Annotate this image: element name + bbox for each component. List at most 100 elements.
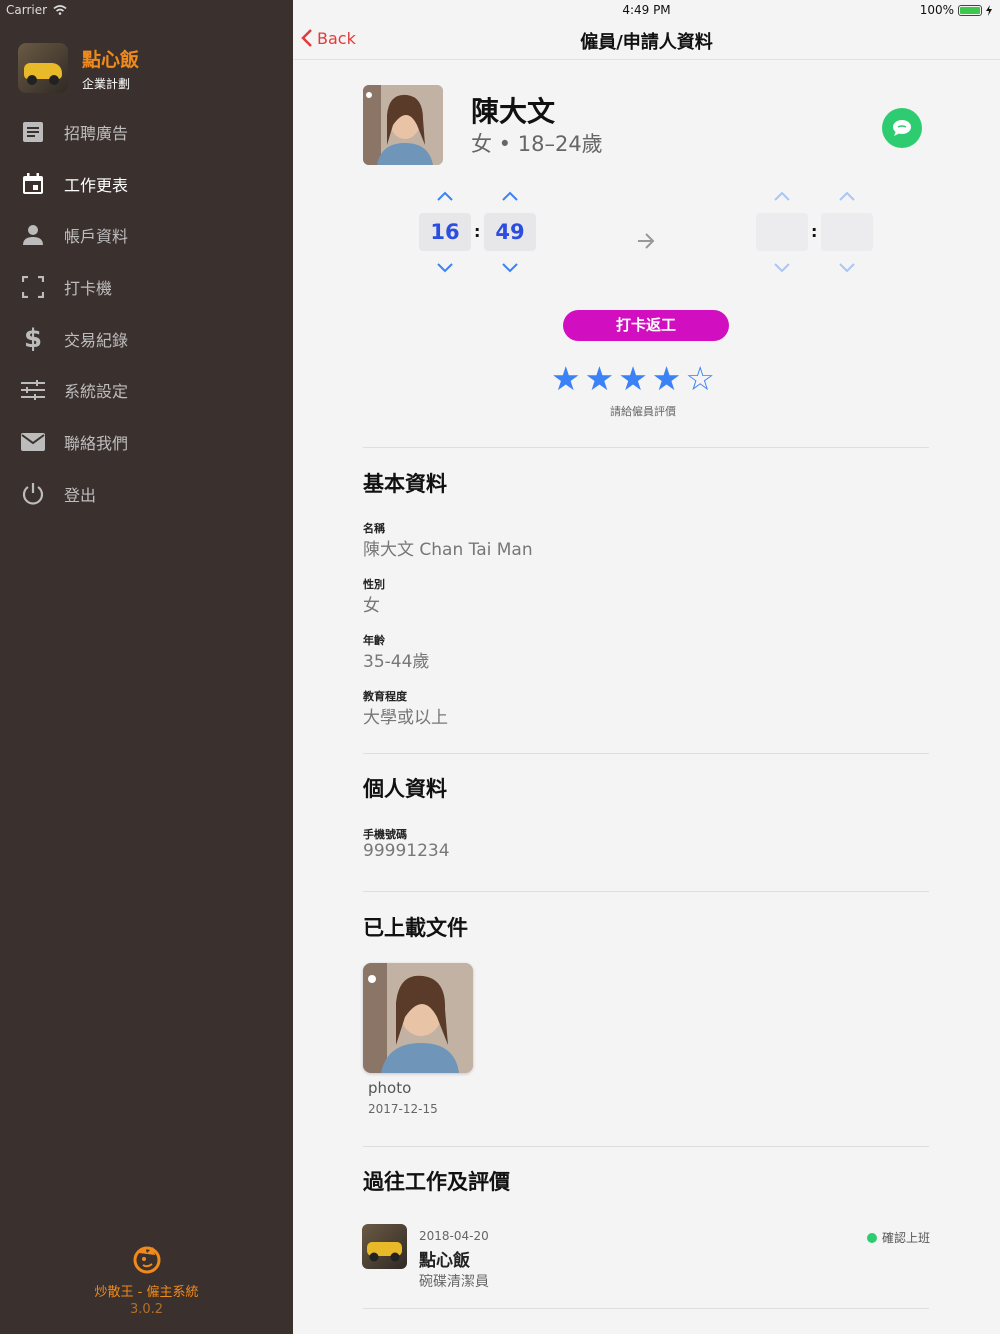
personal-info-title: 個人資料 [363,777,447,801]
dollar-icon: $ [23,323,43,354]
start-hour-up-button[interactable] [435,190,455,202]
divider [363,447,929,448]
document-date: 2017-12-15 [368,1102,438,1116]
sidebar-item-logout[interactable]: 登出 [0,468,293,520]
start-minute-down-button[interactable] [500,262,520,274]
star-empty-icon[interactable]: ☆ [685,362,715,395]
document-name: photo [368,1079,412,1097]
status-dot-icon [866,1232,877,1243]
status-carrier: Carrier [6,3,67,17]
mail-icon [20,429,46,455]
status-battery: 100% [920,3,992,17]
brand-title: 點心飯 [82,48,140,71]
chevron-up-icon [437,191,453,201]
chevron-down-icon [774,263,790,273]
calendar-icon [20,171,46,197]
end-minute-up-button[interactable] [837,190,857,202]
age-label: 年齡 [363,634,385,647]
sidebar-item-schedule[interactable]: 工作更表 [0,158,293,210]
sidebar-menu: 招聘廣告 工作更表 帳戶資料 打卡機 $ 交易紀錄 系統設定 聯絡我們 登出 [0,106,293,520]
battery-icon [958,4,982,16]
name-value: 陳大文 Chan Tai Man [363,540,533,560]
sidebar-item-job-ads[interactable]: 招聘廣告 [0,106,293,158]
sidebar: Carrier 點心飯 企業計劃 招聘廣告 工作更表 帳戶資料 打卡機 $ 交易… [0,0,293,1334]
navigation-bar: Back 僱員/申請人資料 [293,22,1000,60]
end-minute-down-button[interactable] [837,262,857,274]
arrow-right-icon [636,232,656,254]
start-minute-field[interactable]: 49 [484,213,536,251]
divider [363,1146,929,1147]
job-company-logo [362,1224,407,1269]
charging-icon [986,4,992,16]
start-hour-field[interactable]: 16 [419,213,471,251]
brand-logo [18,43,68,93]
end-hour-down-button[interactable] [772,262,792,274]
punch-in-button[interactable]: 打卡返工 [563,310,729,341]
scan-icon [20,274,46,300]
sidebar-item-account[interactable]: 帳戶資料 [0,209,293,261]
start-hour-down-button[interactable] [435,262,455,274]
chat-button[interactable] [882,108,922,148]
job-role: 碗碟清潔員 [419,1274,489,1290]
education-label: 教育程度 [363,690,407,703]
person-name: 陳大文 [471,95,556,128]
education-value: 大學或以上 [363,708,448,728]
chevron-up-icon [839,191,855,201]
app-name: 炒散王 - 僱主系統 [94,1285,199,1300]
sidebar-item-label: 聯絡我們 [64,433,129,453]
sidebar-item-label: 帳戶資料 [64,227,129,247]
sidebar-footer: 炒散王 - 僱主系統 3.0.2 [0,1243,293,1317]
document-thumbnail[interactable] [363,963,473,1073]
status-time: 4:49 PM [622,3,671,17]
basic-info-title: 基本資料 [363,472,447,496]
sliders-icon [20,377,46,403]
job-status-label: 確認上班 [881,1231,930,1245]
sidebar-item-contact[interactable]: 聯絡我們 [0,416,293,468]
sidebar-item-transactions[interactable]: $ 交易紀錄 [0,313,293,365]
name-label: 名稱 [363,522,385,535]
phone-value: 99991234 [363,841,450,861]
time-separator: : [811,222,818,241]
chevron-down-icon [437,263,453,273]
chat-icon [893,120,911,136]
wifi-icon [53,5,67,15]
star-filled-icon[interactable]: ★ [618,362,648,395]
person-icon [20,222,46,248]
star-filled-icon[interactable]: ★ [652,362,682,395]
sidebar-item-settings[interactable]: 系統設定 [0,364,293,416]
sidebar-item-label: 工作更表 [64,175,129,195]
sidebar-item-label: 系統設定 [64,382,129,402]
end-hour-up-button[interactable] [772,190,792,202]
chevron-down-icon [502,263,518,273]
brand-header: 點心飯 企業計劃 [18,43,139,93]
sidebar-item-label: 交易紀錄 [64,330,129,350]
divider [363,1308,929,1309]
end-hour-field[interactable] [756,213,808,251]
job-status-badge: 確認上班 [866,1229,930,1246]
divider [363,753,929,754]
person-meta: 女 • 18–24歲 [471,132,603,156]
rating-stars[interactable]: ★ ★ ★ ★ ☆ [551,362,715,395]
phone-label: 手機號碼 [363,828,407,841]
star-filled-icon[interactable]: ★ [551,362,581,395]
carrier-label: Carrier [6,3,48,17]
past-jobs-title: 過往工作及評價 [363,1170,510,1194]
documents-title: 已上載文件 [363,916,468,940]
job-company: 點心飯 [419,1251,470,1271]
battery-percent: 100% [919,3,954,17]
gender-value: 女 [363,596,380,616]
chevron-up-icon [774,191,790,201]
star-filled-icon[interactable]: ★ [585,362,615,395]
sidebar-item-punch-clock[interactable]: 打卡機 [0,261,293,313]
chevron-up-icon [502,191,518,201]
chevron-down-icon [839,263,855,273]
end-minute-field[interactable] [821,213,873,251]
brand-subtitle: 企業計劃 [82,76,131,91]
main-content: 4:49 PM 100% Back 僱員/申請人資料 陳大文 女 • 18–24… [293,0,1000,1334]
time-separator: : [474,222,481,241]
app-logo-icon [131,1243,163,1275]
app-version: 3.0.2 [129,1302,164,1317]
sidebar-item-label: 打卡機 [64,278,113,298]
age-value: 35-44歲 [363,652,430,672]
start-minute-up-button[interactable] [500,190,520,202]
